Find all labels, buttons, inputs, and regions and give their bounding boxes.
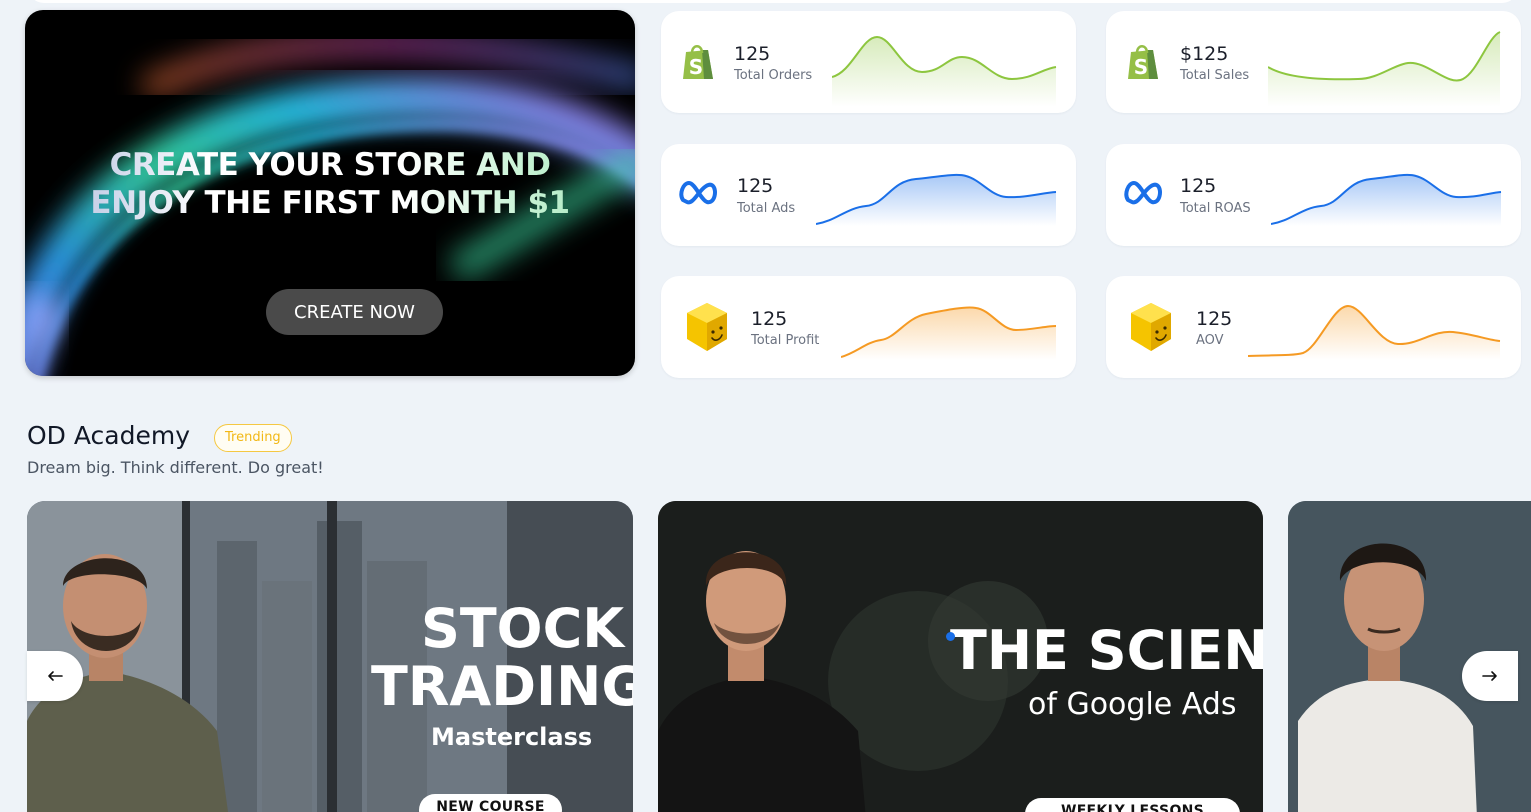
course-title-line2: TRADING (371, 655, 633, 718)
stat-card-total-orders[interactable]: S 125 Total Orders (661, 11, 1076, 113)
stat-value: 125 (1180, 175, 1217, 197)
stat-label: Total ROAS (1180, 201, 1251, 216)
stat-card-aov[interactable]: 125 AOV (1106, 276, 1521, 378)
create-now-button[interactable]: CREATE NOW (266, 289, 443, 335)
sparkline-roas (1271, 173, 1502, 226)
course-subtitle: Masterclass (431, 723, 593, 751)
stat-label: Total Profit (751, 333, 820, 348)
promo-banner[interactable]: CREATE YOUR STORE AND ENJOY THE FIRST MO… (25, 10, 635, 376)
course-title: STOCK (405, 601, 633, 657)
stat-card-total-profit[interactable]: 125 Total Profit (661, 276, 1076, 378)
stat-value: 125 (751, 308, 788, 330)
promo-headline-line2: ENJOY THE FIRST MONTH $1 (90, 185, 570, 221)
stat-card-total-sales[interactable]: S $125 Total Sales (1106, 11, 1521, 113)
sparkline-profit (841, 306, 1057, 360)
course-pill-weekly: WEEKLY LESSONS (1025, 798, 1240, 812)
shopify-icon: S (683, 45, 713, 79)
stat-label: AOV (1196, 333, 1224, 348)
stat-value: 125 (737, 175, 774, 197)
stat-card-total-roas[interactable]: 125 Total ROAS (1106, 144, 1521, 246)
arrow-right-icon (1482, 671, 1497, 681)
academy-subtitle: Dream big. Think different. Do great! (27, 458, 324, 477)
course-card-stock-trading[interactable]: STOCK TRADING Masterclass NEW COURSE (27, 501, 633, 812)
course-pill-new: NEW COURSE (419, 794, 562, 812)
smiley-cube-icon (687, 303, 727, 351)
arrow-left-icon (48, 671, 63, 681)
course-subtitle: of Google Ads (1028, 687, 1237, 722)
sparkline-aov (1248, 304, 1501, 360)
stat-card-total-ads[interactable]: 125 Total Ads (661, 144, 1076, 246)
stat-label: Total Orders (734, 68, 813, 83)
shopify-icon: S (1128, 45, 1158, 79)
stat-label: Total Ads (737, 201, 796, 216)
course-card-google-ads[interactable]: THE SCIENC of Google Ads WEEKLY LESSONS (658, 501, 1263, 812)
meta-icon (679, 181, 717, 205)
stat-label: Total Sales (1180, 68, 1250, 83)
stat-value: 125 (734, 43, 771, 65)
sparkline-sales (1268, 31, 1501, 107)
svg-text:S: S (689, 55, 703, 79)
course-carousel: STOCK TRADING Masterclass NEW COURSE THE… (27, 501, 1531, 812)
carousel-next-button[interactable] (1462, 651, 1518, 701)
course-title-line1: STOCK (420, 597, 625, 660)
blue-dot-icon (946, 632, 955, 641)
promo-headline: CREATE YOUR STORE AND ENJOY THE FIRST MO… (25, 146, 635, 222)
smiley-cube-icon (1131, 303, 1171, 351)
sparkline-ads (816, 173, 1057, 226)
top-panel-edge (28, 0, 1518, 3)
meta-icon (1124, 181, 1162, 205)
carousel-prev-button[interactable] (27, 651, 83, 701)
stat-value: $125 (1180, 43, 1229, 65)
trending-badge: Trending (214, 424, 292, 452)
academy-title: OD Academy (27, 421, 191, 450)
course-title-line1: THE SCIENC (950, 619, 1263, 682)
stat-value: 125 (1196, 308, 1233, 330)
promo-headline-line1: CREATE YOUR STORE AND (109, 147, 551, 183)
svg-text:S: S (1134, 55, 1148, 79)
sparkline-orders (832, 35, 1057, 107)
